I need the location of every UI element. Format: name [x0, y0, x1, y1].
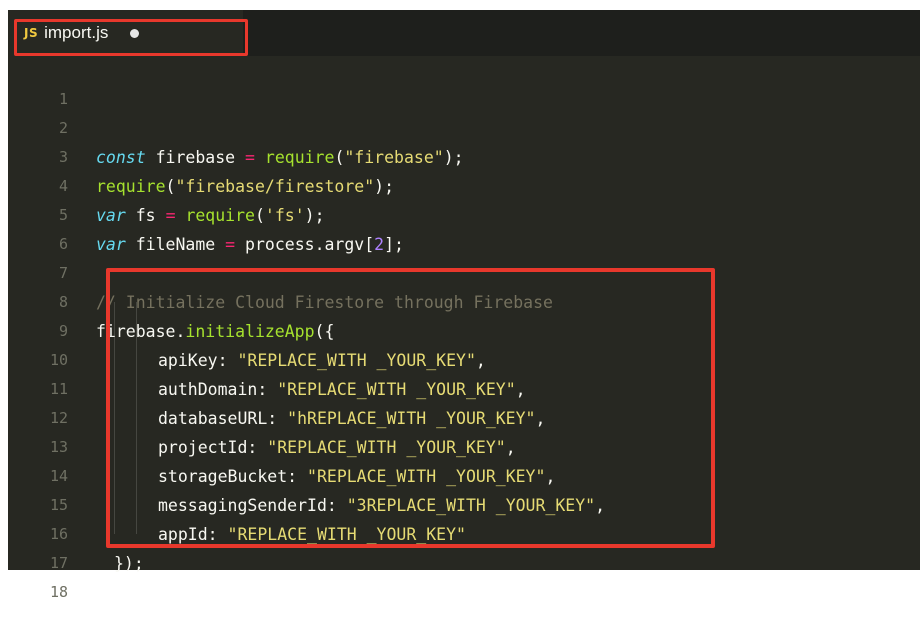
line-number: 18 [49, 583, 68, 601]
tab-file-name: import.js [44, 23, 109, 42]
javascript-file-icon: JS [24, 26, 39, 40]
code-line-17: 17 [8, 520, 920, 572]
tab-bar: JS import.js [8, 10, 920, 56]
code-line-13: 13 storageBucket: "REPLACE_WITH _YOUR_KE… [8, 404, 920, 486]
code-line-8: 8 firebase.initializeApp({ [8, 259, 920, 341]
unsaved-changes-dot-icon[interactable] [130, 28, 140, 38]
code-line-10: 10 authDomain: "REPLACE_WITH _YOUR_KEY", [8, 317, 920, 399]
code-line-12: 12 projectId: "REPLACE_WITH _YOUR_KEY", [8, 375, 920, 457]
code-line-3: 3 require("firebase/firestore"); [8, 114, 920, 196]
code-editor-window: JS import.js 1 2 const firebase = requir… [8, 10, 920, 601]
code-line-1: 1 [8, 56, 920, 108]
code-line-11: 11 databaseURL: "hREPLACE_WITH _YOUR_KEY… [8, 346, 920, 428]
code-line-15: 15 appId: "REPLACE_WITH _YOUR_KEY" [8, 462, 920, 544]
code-line-4: 4 var fs = require('fs'); [8, 143, 920, 225]
code-line-5: 5 var fileName = process.argv[2]; [8, 172, 920, 254]
code-line-6: 6 [8, 201, 920, 253]
code-line-18: 18 [8, 549, 920, 601]
tab-import-js[interactable]: JS import.js [8, 10, 243, 56]
code-line-7: 7 // Initialize Cloud Firestore through … [8, 230, 920, 312]
code-line-14: 14 messagingSenderId: "3REPLACE_WITH _YO… [8, 433, 920, 515]
code-line-16: 16 }); [8, 491, 920, 573]
code-line-9: 9 apiKey: "REPLACE_WITH _YOUR_KEY", [8, 288, 920, 370]
code-line-2: 2 const firebase = require("firebase"); [8, 85, 920, 167]
editor-text-area[interactable]: 1 2 const firebase = require("firebase")… [8, 56, 920, 601]
